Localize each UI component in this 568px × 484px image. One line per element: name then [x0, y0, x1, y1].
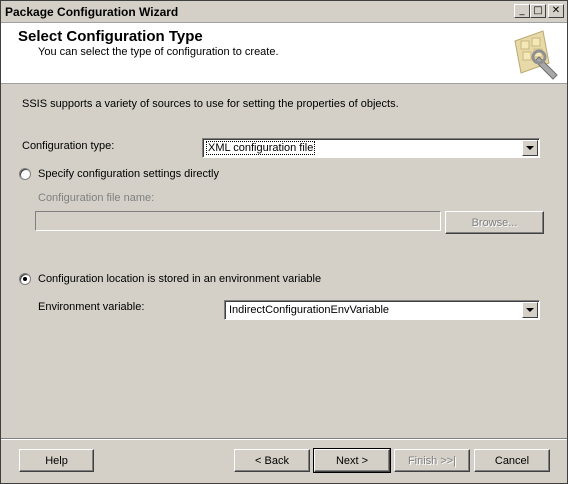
intro-text: SSIS supports a variety of sources to us…	[22, 98, 399, 110]
maximize-icon: □	[533, 5, 543, 16]
config-type-select[interactable]: XML configuration file	[202, 138, 540, 158]
config-type-value: XML configuration file	[205, 141, 316, 155]
title-bar[interactable]: Package Configuration Wizard _ □ ✕	[1, 1, 567, 23]
env-variable-select[interactable]: IndirectConfigurationEnvVariable	[224, 300, 540, 320]
wizard-header: Select Configuration Type You can select…	[1, 23, 567, 84]
cancel-button-label: Cancel	[494, 454, 530, 467]
help-button[interactable]: Help	[19, 449, 94, 472]
radio-specify-directly[interactable]	[19, 168, 31, 180]
maximize-button[interactable]: □	[530, 4, 546, 18]
next-button-label: Next >	[335, 454, 369, 467]
browse-button[interactable]: Browse...	[445, 211, 544, 234]
config-file-name-input[interactable]	[35, 211, 441, 231]
env-variable-label: Environment variable:	[38, 301, 145, 313]
next-button[interactable]: Next >	[313, 448, 391, 473]
minimize-button[interactable]: _	[514, 4, 530, 18]
radio-specify-directly-label[interactable]: Specify configuration settings directly	[38, 168, 219, 180]
footer-divider	[1, 438, 567, 440]
chevron-down-icon[interactable]	[522, 302, 538, 318]
page-title: Select Configuration Type	[18, 28, 203, 45]
wizard-logo-icon	[514, 30, 558, 80]
finish-button[interactable]: Finish >>|	[394, 449, 470, 472]
minimize-icon: _	[519, 5, 525, 16]
back-button[interactable]: < Back	[234, 449, 310, 472]
config-file-name-label: Configuration file name:	[38, 192, 155, 204]
config-type-label: Configuration type:	[22, 140, 115, 152]
chevron-down-icon[interactable]	[522, 140, 538, 156]
cancel-button[interactable]: Cancel	[474, 449, 550, 472]
env-variable-value: IndirectConfigurationEnvVariable	[229, 304, 389, 316]
wizard-window: Package Configuration Wizard _ □ ✕ Selec…	[0, 0, 568, 484]
window-title: Package Configuration Wizard	[5, 5, 179, 19]
close-icon: ✕	[551, 5, 561, 16]
page-subtitle: You can select the type of configuration…	[38, 46, 279, 58]
back-button-label: < Back	[255, 454, 289, 467]
close-button[interactable]: ✕	[548, 4, 564, 18]
browse-button-label: Browse...	[471, 216, 518, 229]
radio-env-variable[interactable]	[19, 273, 31, 285]
help-button-label: Help	[45, 454, 68, 467]
finish-button-label: Finish >>|	[407, 454, 457, 467]
radio-env-variable-label[interactable]: Configuration location is stored in an e…	[38, 273, 321, 285]
